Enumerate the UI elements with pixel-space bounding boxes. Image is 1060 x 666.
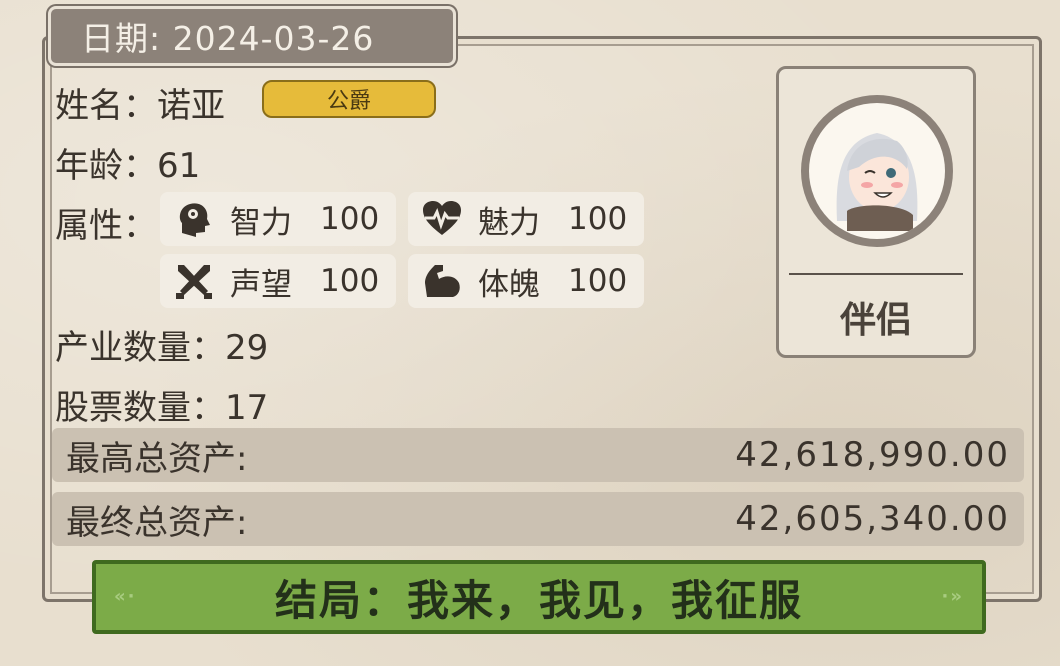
title-badge: 公爵 xyxy=(262,80,436,118)
attribute-name: 魅力 xyxy=(478,204,540,241)
attribute-value: 100 xyxy=(568,263,628,299)
date-tab: 日期: 2024-03-26 xyxy=(48,6,456,66)
attribute-name: 智力 xyxy=(230,204,292,241)
attribute-value: 100 xyxy=(568,201,628,237)
character-name: 诺亚 xyxy=(157,86,225,126)
partner-avatar xyxy=(809,103,945,239)
attributes-label-text: 属性： xyxy=(55,206,157,246)
max-assets-row: 最高总资产: 42,618,990.00 xyxy=(52,428,1024,482)
attribute-intelligence: 智力 100 xyxy=(160,192,396,246)
attribute-prestige: 声望 100 xyxy=(160,254,396,308)
final-assets-value: 42,605,340.00 xyxy=(735,499,1010,539)
attribute-value: 100 xyxy=(320,201,380,237)
partner-label: 伴侣 xyxy=(839,300,912,341)
name-label: 姓名： xyxy=(55,86,157,126)
partner-portrait-frame xyxy=(801,95,953,247)
max-assets-label: 最高总资产: xyxy=(66,438,248,479)
max-assets-value: 42,618,990.00 xyxy=(735,435,1010,475)
date-label: 日期: 2024-03-26 xyxy=(81,19,375,58)
stock-row: 股票数量：17 xyxy=(55,380,268,429)
name-row: 姓名：诺亚 xyxy=(55,78,225,127)
stock-label: 股票数量： xyxy=(55,388,225,428)
crossed-swords-icon xyxy=(172,259,216,303)
partner-card[interactable]: 伴侣 xyxy=(776,66,976,358)
final-assets-label: 最终总资产: xyxy=(66,502,248,543)
industry-label: 产业数量： xyxy=(55,328,225,368)
attributes-label: 属性： xyxy=(55,198,157,247)
title-badge-text: 公爵 xyxy=(326,89,371,114)
flexed-arm-icon xyxy=(420,259,464,303)
age-value: 61 xyxy=(157,146,201,186)
industry-value: 29 xyxy=(225,328,269,368)
partner-divider xyxy=(789,273,963,275)
final-assets-row: 最终总资产: 42,605,340.00 xyxy=(52,492,1024,546)
attribute-value: 100 xyxy=(320,263,380,299)
attribute-name: 体魄 xyxy=(478,266,540,303)
ending-banner: «· 结局：我来，我见，我征服 ·» xyxy=(92,560,986,634)
heartbeat-icon xyxy=(420,197,464,241)
age-label: 年龄： xyxy=(55,146,157,186)
industry-row: 产业数量：29 xyxy=(55,320,268,369)
stock-value: 17 xyxy=(225,388,269,428)
age-row: 年龄：61 xyxy=(55,138,200,187)
chevron-right-icon: ·» xyxy=(941,586,964,607)
brain-head-icon xyxy=(172,197,216,241)
attribute-name: 声望 xyxy=(230,266,292,303)
ending-text: 结局：我来，我见，我征服 xyxy=(274,575,803,625)
attribute-charm: 魅力 100 xyxy=(408,192,644,246)
chevron-left-icon: «· xyxy=(114,586,137,607)
attribute-physique: 体魄 100 xyxy=(408,254,644,308)
